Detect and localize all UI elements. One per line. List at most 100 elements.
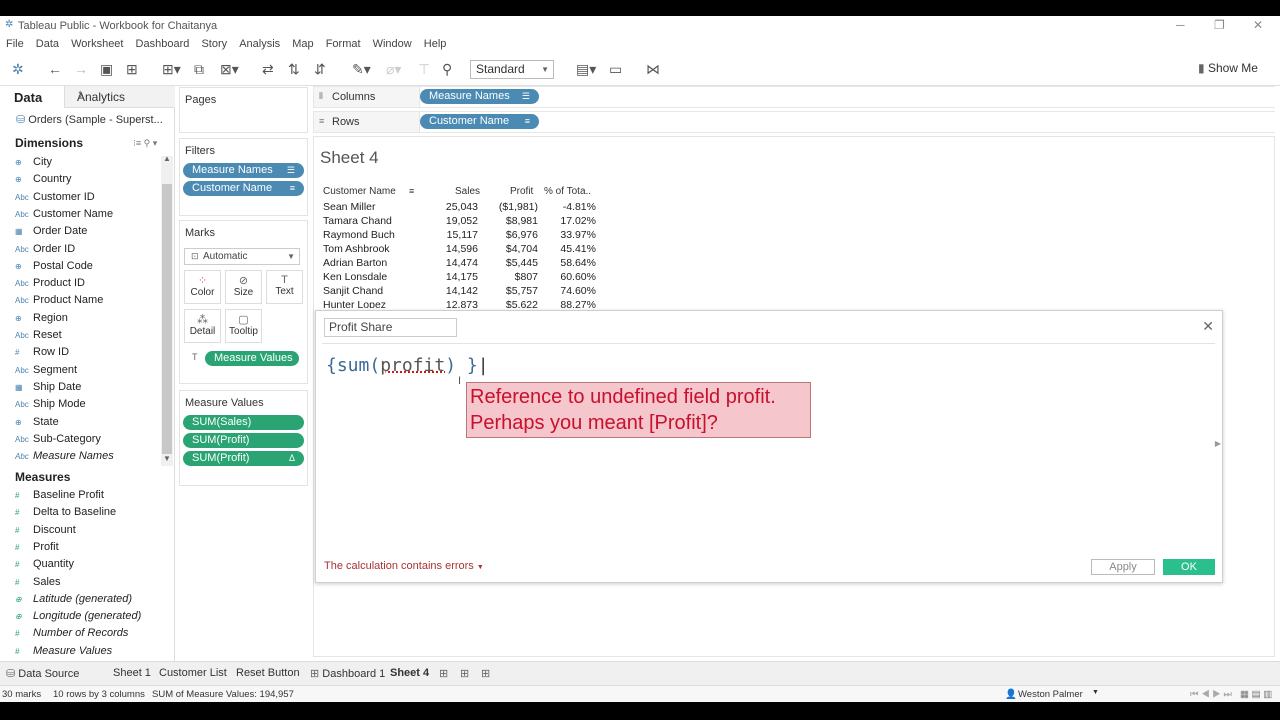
menu-analysis[interactable]: Analysis: [239, 36, 280, 53]
rows-pill-customer-name[interactable]: Customer Name ≡: [420, 114, 539, 129]
tab-customer-list[interactable]: Customer List: [159, 667, 227, 679]
cell-sales[interactable]: 14,596: [446, 243, 478, 255]
cell-profit[interactable]: $4,704: [506, 243, 538, 255]
dimension-field-ship-mode[interactable]: Abc Ship Mode: [15, 398, 86, 415]
cell-pct[interactable]: 17.02%: [560, 215, 596, 227]
columns-drop-zone[interactable]: [419, 87, 1276, 107]
dimension-field-order-date[interactable]: ▦ Order Date: [15, 225, 87, 242]
formula-editor[interactable]: {sum(profit) }|: [326, 355, 489, 376]
header-profit[interactable]: Profit: [510, 186, 533, 197]
menu-map[interactable]: Map: [292, 36, 313, 53]
show-me-button[interactable]: ▮ Show Me: [1198, 61, 1258, 75]
tab-analytics[interactable]: Analytics ⇕: [64, 86, 175, 108]
cell-pct[interactable]: 88.27%: [560, 299, 596, 308]
clear-sheet-icon[interactable]: ⊠▾: [220, 61, 239, 77]
columns-pill-measure-names[interactable]: Measure Names ☰: [420, 89, 539, 104]
dimension-field-measure-names[interactable]: Abc Measure Names: [15, 450, 114, 467]
size-button[interactable]: ⊘ Size: [225, 270, 262, 304]
cell-profit[interactable]: $5,445: [506, 257, 538, 269]
new-story-tab-icon[interactable]: ⊞: [481, 667, 490, 680]
view-options-icon[interactable]: ⁝≡ ⚲ ▾: [133, 138, 157, 149]
header-sales[interactable]: Sales: [455, 186, 480, 197]
scroll-down-icon[interactable]: ▼: [163, 454, 171, 463]
duplicate-icon[interactable]: ⧉: [194, 61, 204, 77]
cell-sales[interactable]: 19,052: [446, 215, 478, 227]
swap-icon[interactable]: ⇄: [262, 61, 274, 77]
apply-button[interactable]: Apply: [1091, 559, 1155, 575]
undo-icon[interactable]: ←: [48, 61, 62, 77]
tableau-home-icon[interactable]: ✲: [12, 61, 24, 77]
dimension-field-order-id[interactable]: Abc Order ID: [15, 243, 75, 260]
cell-sales[interactable]: 14,474: [446, 257, 478, 269]
tab-reset-button[interactable]: Reset Button: [236, 667, 300, 679]
dimension-field-region[interactable]: ⊕ Region: [15, 312, 68, 329]
new-worksheet-icon[interactable]: ⊞▾: [162, 61, 181, 77]
cell-name[interactable]: Ken Lonsdale: [323, 271, 387, 283]
text-button[interactable]: T Text: [266, 270, 303, 304]
measure-field-baseline-profit[interactable]: # Baseline Profit: [15, 489, 104, 506]
header-customer-name[interactable]: Customer Name: [323, 186, 396, 197]
header-pct[interactable]: % of Tota..: [544, 186, 591, 197]
dimension-field-customer-name[interactable]: Abc Customer Name: [15, 208, 113, 225]
cell-sales[interactable]: 25,043: [446, 201, 478, 213]
menu-story[interactable]: Story: [201, 36, 227, 53]
highlight-icon[interactable]: ✎▾: [352, 61, 371, 77]
marks-pill-measure-values[interactable]: Measure Values: [205, 351, 299, 366]
measure-field-delta-to-baseline[interactable]: # Delta to Baseline: [15, 506, 116, 523]
cell-pct[interactable]: 45.41%: [560, 243, 596, 255]
view-toggle-icons[interactable]: ▦ ▤ ▥: [1240, 689, 1272, 700]
fit-dropdown[interactable]: Standard ▼: [470, 60, 554, 79]
dimension-field-state[interactable]: ⊕ State: [15, 416, 59, 433]
filter-pill-customer-name[interactable]: Customer Name ≡: [183, 181, 304, 196]
detail-button[interactable]: ⁂ Detail: [184, 309, 221, 343]
menu-dashboard[interactable]: Dashboard: [136, 36, 190, 53]
cell-sales[interactable]: 15,117: [447, 229, 478, 241]
cell-name[interactable]: Tamara Chand: [323, 215, 392, 227]
sort-icon[interactable]: ≡: [409, 186, 414, 196]
expand-functions-icon[interactable]: ▶: [1215, 439, 1221, 448]
dimension-field-customer-id[interactable]: Abc Customer ID: [15, 191, 95, 208]
ok-button[interactable]: OK: [1163, 559, 1215, 575]
mv-pill-sum-profit-delta[interactable]: SUM(Profit) Δ: [183, 451, 304, 466]
color-button[interactable]: ⁘ Color: [184, 270, 221, 304]
cell-sales[interactable]: 12,873: [446, 299, 478, 308]
menu-help[interactable]: Help: [424, 36, 447, 53]
new-worksheet-tab-icon[interactable]: ⊞: [439, 667, 448, 680]
restore-button[interactable]: ❐: [1214, 18, 1225, 32]
dimension-field-reset[interactable]: Abc Reset: [15, 329, 62, 346]
new-dashboard-tab-icon[interactable]: ⊞: [460, 667, 469, 680]
measure-field-longitude-generated[interactable]: ⊕ Longitude (generated): [15, 610, 141, 627]
dimension-field-sub-category[interactable]: Abc Sub-Category: [15, 433, 101, 450]
dimension-field-country[interactable]: ⊕ Country: [15, 173, 72, 190]
dimension-field-row-id[interactable]: # Row ID: [15, 346, 69, 363]
pages-card[interactable]: Pages: [179, 87, 308, 133]
cell-sales[interactable]: 14,175: [446, 271, 478, 283]
new-datasource-icon[interactable]: ⊞: [126, 61, 138, 77]
cell-pct[interactable]: 33.97%: [560, 229, 596, 241]
cell-profit[interactable]: $5,757: [506, 285, 538, 297]
cell-profit[interactable]: ($1,981): [499, 201, 538, 213]
dimension-field-product-name[interactable]: Abc Product Name: [15, 294, 103, 311]
cell-pct[interactable]: -4.81%: [563, 201, 596, 213]
pin-icon[interactable]: ⚲: [442, 61, 452, 77]
pane-menu-icon[interactable]: ⇕: [77, 90, 170, 99]
tab-dashboard-1[interactable]: ⊞ Dashboard 1: [310, 667, 385, 680]
cell-pct[interactable]: 74.60%: [560, 285, 596, 297]
measure-field-quantity[interactable]: # Quantity: [15, 558, 74, 575]
mv-pill-sum-sales[interactable]: SUM(Sales): [183, 415, 304, 430]
cell-profit[interactable]: $5,622: [506, 299, 538, 308]
menu-window[interactable]: Window: [373, 36, 412, 53]
calc-status[interactable]: The calculation contains errors ▼: [324, 560, 484, 572]
scrollbar-thumb[interactable]: [162, 184, 172, 454]
tab-data[interactable]: Data: [14, 90, 42, 105]
mv-pill-sum-profit[interactable]: SUM(Profit): [183, 433, 304, 448]
sort-desc-icon[interactable]: ⇵: [314, 61, 326, 77]
cell-name[interactable]: Adrian Barton: [323, 257, 387, 269]
labels-icon[interactable]: ⊤: [418, 61, 430, 77]
cell-pct[interactable]: 60.60%: [560, 271, 596, 283]
filter-pill-measure-names[interactable]: Measure Names ☰: [183, 163, 304, 178]
close-icon[interactable]: ✕: [1202, 318, 1214, 335]
sheet-nav-icons[interactable]: ⏮ ◀ ▶ ⏭: [1190, 689, 1232, 700]
redo-icon[interactable]: →: [74, 61, 88, 77]
cell-name[interactable]: Sean Miller: [323, 201, 376, 213]
